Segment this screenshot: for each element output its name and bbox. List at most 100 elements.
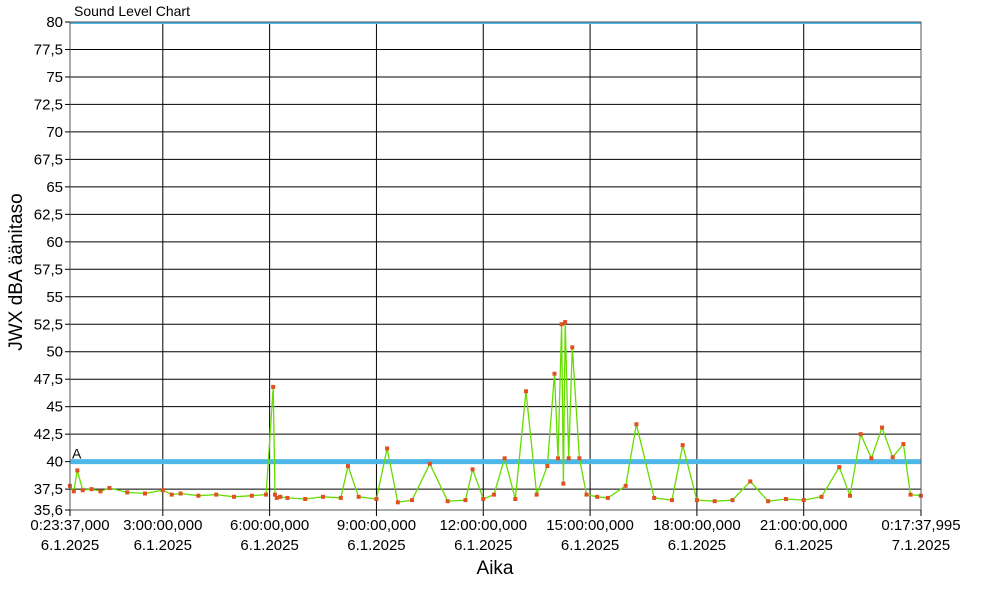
data-point-marker: [901, 442, 906, 447]
data-point-marker: [766, 499, 771, 504]
data-point-marker: [470, 467, 475, 472]
y-tick-label: 67,5: [34, 151, 63, 168]
y-tick-label: 80: [46, 14, 63, 31]
data-point-marker: [303, 497, 308, 502]
data-point-marker: [107, 486, 112, 491]
data-point-marker: [748, 479, 753, 484]
y-tick-label: 40: [46, 454, 63, 471]
data-point-marker: [356, 494, 361, 499]
data-point-marker: [819, 494, 824, 499]
sound-level-chart: A 35,6 37,5 40 42,5 45 47,5 50 52,5 55 57,5 60 62,5…: [0, 0, 990, 588]
data-point-marker: [869, 456, 874, 461]
data-point-marker: [563, 320, 568, 325]
data-point-marker: [545, 464, 550, 469]
data-point-marker: [143, 491, 148, 496]
data-point-marker: [374, 497, 379, 502]
data-point-marker: [595, 494, 600, 499]
x-tick-time-label: 21:00:00,000: [760, 517, 848, 534]
data-point-marker: [385, 446, 390, 451]
y-tick-label: 47,5: [34, 371, 63, 388]
data-point-marker: [837, 465, 842, 470]
y-tick-label: 37,5: [34, 481, 63, 498]
reference-line-label: A: [72, 446, 82, 462]
y-tick-label: 72,5: [34, 96, 63, 113]
x-tick-time-label: 12:00:00,000: [439, 517, 527, 534]
data-point-marker: [481, 497, 486, 502]
x-tick-time-label: 0:17:37,995: [881, 517, 960, 534]
data-point-marker: [556, 456, 561, 461]
y-tick-label: 55: [46, 289, 63, 306]
data-point-marker: [584, 492, 589, 497]
data-point-marker: [338, 495, 343, 500]
data-point-marker: [801, 498, 806, 503]
data-point-marker: [463, 498, 468, 503]
x-tick-time-label: 3:00:00,000: [123, 517, 202, 534]
x-tick-date-label: 6.1.2025: [668, 537, 726, 554]
data-point-marker: [71, 489, 76, 494]
x-tick-labels: 0:23:37,000 6.1.2025 3:00:00,000 6.1.2025 6:…: [30, 510, 961, 554]
data-point-marker: [98, 489, 103, 494]
data-point-marker: [566, 456, 571, 461]
x-tick-time-label: 15:00:00,000: [546, 517, 634, 534]
y-tick-label: 77,5: [34, 41, 63, 58]
data-point-marker: [848, 493, 853, 498]
x-tick-date-label: 7.1.2025: [892, 537, 950, 554]
data-point-marker: [669, 498, 674, 503]
y-tick-label: 52,5: [34, 316, 63, 333]
y-tick-label: 70: [46, 124, 63, 141]
data-point-marker: [534, 492, 539, 497]
data-point-marker: [513, 497, 518, 502]
data-point-marker: [410, 498, 415, 503]
x-tick-time-label: 18:00:00,000: [653, 517, 741, 534]
data-point-marker: [491, 492, 496, 497]
y-tick-labels: 35,637,54042,54547,55052,55557,56062,565…: [34, 14, 70, 519]
data-point-marker: [345, 464, 350, 469]
x-tick-date-label: 6.1.2025: [454, 537, 512, 554]
y-tick-label: 50: [46, 344, 63, 361]
data-point-marker: [570, 345, 575, 350]
x-tick-date-label: 6.1.2025: [240, 537, 298, 554]
data-point-marker: [712, 499, 717, 504]
y-axis-label: JWX dBA äänitaso: [6, 193, 27, 350]
data-point-marker: [196, 493, 201, 498]
data-point-marker: [559, 322, 564, 327]
data-point-marker: [75, 468, 80, 473]
data-point-marker: [89, 487, 94, 492]
data-point-marker: [890, 455, 895, 460]
data-point-marker: [178, 491, 183, 496]
data-point-marker: [577, 456, 582, 461]
data-point-marker: [694, 498, 699, 503]
data-point-marker: [880, 425, 885, 430]
x-tick-time-label: 0:23:37,000: [30, 517, 109, 534]
data-point-marker: [652, 495, 657, 500]
y-tick-label: 75: [46, 69, 63, 86]
y-tick-label: 65: [46, 179, 63, 196]
data-point-marker: [169, 492, 174, 497]
data-point-marker: [232, 494, 237, 499]
plot-background: [70, 22, 921, 510]
data-point-marker: [278, 494, 283, 499]
data-point-marker: [680, 443, 685, 448]
y-tick-label: 60: [46, 234, 63, 251]
x-tick-date-label: 6.1.2025: [561, 537, 619, 554]
x-axis-label: Aika: [477, 558, 514, 579]
data-point-marker: [125, 490, 130, 495]
data-point-marker: [634, 422, 639, 427]
data-point-marker: [908, 492, 913, 497]
y-tick-label: 45: [46, 399, 63, 416]
x-tick-date-label: 6.1.2025: [347, 537, 405, 554]
data-point-marker: [623, 483, 628, 488]
data-point-marker: [285, 495, 290, 500]
data-point-marker: [605, 495, 610, 500]
data-point-marker: [271, 384, 276, 389]
data-point-marker: [274, 495, 279, 500]
y-tick-label: 42,5: [34, 426, 63, 443]
data-point-marker: [561, 481, 566, 486]
x-tick-time-label: 6:00:00,000: [230, 517, 309, 534]
chart-title: Sound Level Chart: [74, 3, 190, 19]
data-point-marker: [80, 488, 85, 493]
x-tick-time-label: 9:00:00,000: [337, 517, 416, 534]
data-point-marker: [395, 500, 400, 505]
data-point-marker: [730, 498, 735, 503]
data-point-marker: [214, 492, 219, 497]
